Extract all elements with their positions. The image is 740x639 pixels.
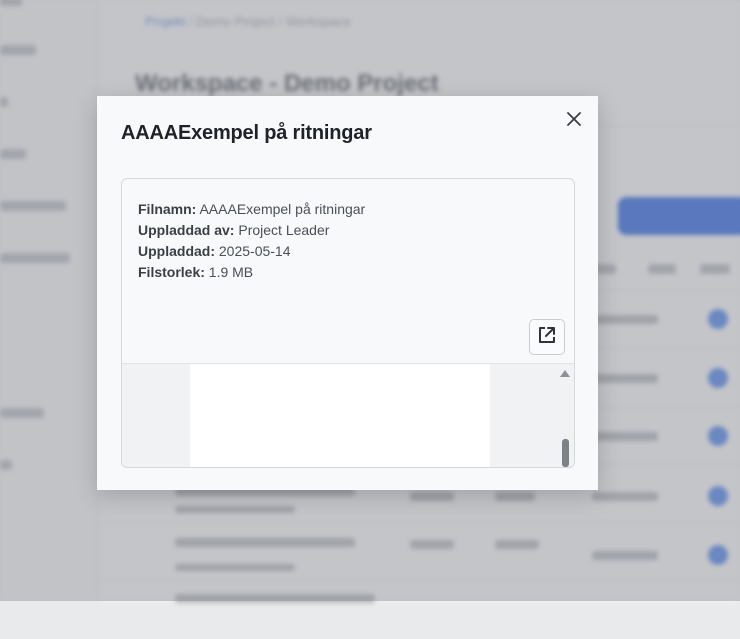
filename-value: AAAAExempel på ritningar — [199, 201, 366, 217]
scrollbar-thumb[interactable] — [562, 439, 569, 467]
document-viewer[interactable] — [122, 363, 574, 467]
open-in-new-tab-button[interactable] — [529, 319, 565, 355]
close-icon — [567, 111, 581, 131]
filesize-row: Filstorlek: 1.9 MB — [138, 262, 365, 283]
filename-label: Filnamn: — [138, 201, 197, 217]
modal-title: AAAAExempel på ritningar — [121, 122, 372, 144]
file-preview-modal: AAAAExempel på ritningar Filnamn: AAAAEx… — [97, 96, 598, 490]
filesize-value: 1.9 MB — [208, 264, 254, 280]
scroll-up-icon[interactable] — [560, 370, 570, 377]
uploaded-date-value: 2025-05-14 — [218, 243, 291, 259]
uploaded-by-value: Project Leader — [238, 222, 330, 238]
file-card: Filnamn: AAAAExempel på ritningar Upplad… — [121, 178, 575, 468]
uploaded-date-label: Uppladdad: — [138, 243, 215, 259]
open-in-new-icon — [537, 325, 557, 350]
file-info: Filnamn: AAAAExempel på ritningar Upplad… — [138, 199, 365, 283]
uploaded-by-label: Uppladdad av: — [138, 222, 235, 238]
filesize-label: Filstorlek: — [138, 264, 205, 280]
uploaded-by-row: Uppladdad av: Project Leader — [138, 220, 365, 241]
filename-row: Filnamn: AAAAExempel på ritningar — [138, 199, 365, 220]
document-page — [190, 364, 490, 467]
uploaded-date-row: Uppladdad: 2025-05-14 — [138, 241, 365, 262]
close-button[interactable] — [561, 108, 587, 134]
